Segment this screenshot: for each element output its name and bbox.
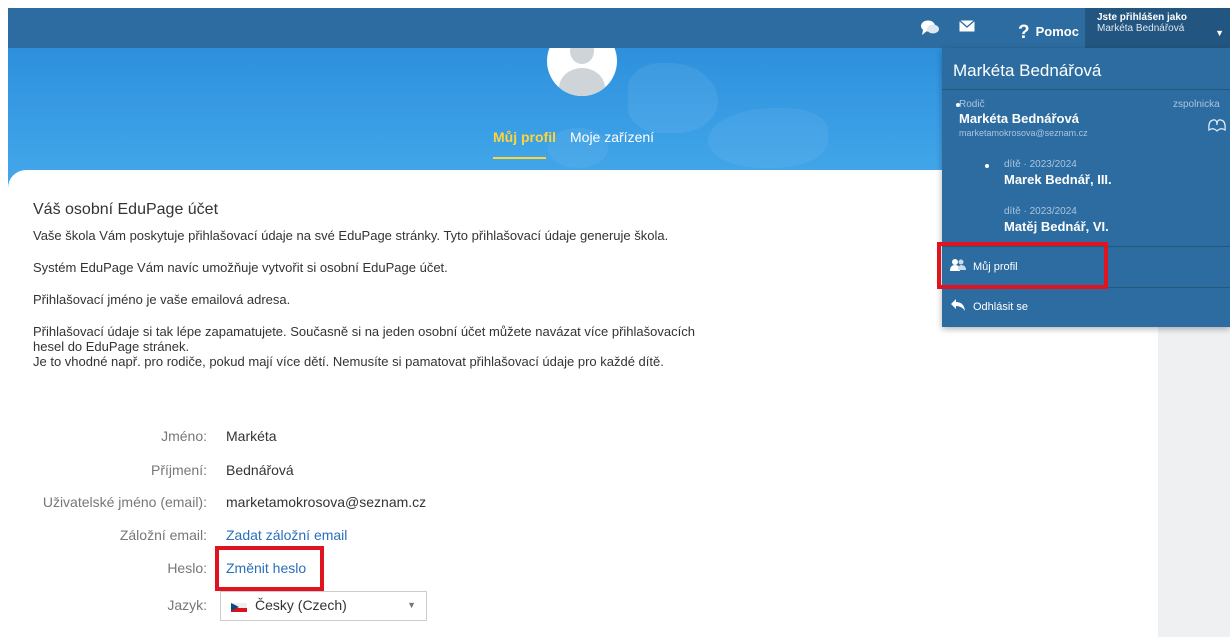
highlight-box <box>215 546 324 591</box>
top-bar: ? Pomoc Jste přihlášen jako Markéta Bedná… <box>8 8 1230 48</box>
user-menu-toggle[interactable]: Jste přihlášen jako Markéta Bednářová ▼ <box>1085 8 1230 48</box>
divider <box>942 89 1230 90</box>
language-label: Jazyk: <box>167 597 207 613</box>
form-row-password: Heslo: Změnit heslo <box>0 560 700 580</box>
mail-icon[interactable] <box>959 19 975 37</box>
last-name-value: Bednářová <box>226 462 294 478</box>
school-name: zspolnicka <box>1173 99 1220 110</box>
help-button[interactable]: ? Pomoc <box>1018 20 1079 43</box>
child-name: Marek Bednář, III. <box>1004 172 1112 187</box>
intro-paragraph: Přihlašovací jméno je vaše emailová adre… <box>33 292 291 307</box>
language-select[interactable]: Česky (Czech) ▼ <box>220 591 427 621</box>
logout-arrow-icon <box>950 298 966 315</box>
child-meta: dítě · 2023/2024 <box>1004 159 1077 170</box>
first-name-label: Jméno: <box>161 428 207 444</box>
intro-paragraph: Je to vhodné např. pro rodiče, pokud maj… <box>33 354 664 369</box>
tab-my-profile[interactable]: Můj profil <box>493 129 556 145</box>
last-name-label: Příjmení: <box>150 462 207 478</box>
logged-in-user-name: Markéta Bednářová <box>1097 23 1185 34</box>
tab-my-devices[interactable]: Moje zařízení <box>570 129 654 145</box>
page-title: Váš osobní EduPage účet <box>33 201 219 218</box>
child-name: Matěj Bednář, VI. <box>1004 219 1109 234</box>
avatar <box>547 48 617 96</box>
password-label: Heslo: <box>167 560 207 576</box>
language-selected-value: Česky (Czech) <box>255 597 347 613</box>
world-map-decoration <box>628 63 718 133</box>
world-map-decoration <box>708 108 828 168</box>
school-logo-icon <box>1207 118 1227 139</box>
help-label: Pomoc <box>1035 24 1079 39</box>
active-tab-indicator <box>493 157 546 159</box>
intro-paragraph: Přihlašovací údaje si tak lépe zapamatuj… <box>33 324 695 354</box>
logged-in-as-label: Jste přihlášen jako <box>1097 12 1188 23</box>
account-email: marketamokrosova@seznam.cz <box>959 128 1088 138</box>
bullet-icon <box>985 164 989 168</box>
first-name-value: Markéta <box>226 428 277 444</box>
form-row-last-name: Příjmení: Bednářová <box>0 462 700 482</box>
highlight-box <box>937 242 1108 289</box>
account-role: Rodič <box>959 99 985 110</box>
caret-down-icon: ▼ <box>1215 28 1224 38</box>
account-name: Markéta Bednářová <box>959 111 1079 126</box>
panel-user-name: Markéta Bednářová <box>953 61 1102 80</box>
menu-item-logout[interactable]: Odhlásit se <box>942 287 1230 327</box>
czech-flag-icon <box>231 603 247 612</box>
backup-email-label: Záložní email: <box>119 527 207 543</box>
add-backup-email-link[interactable]: Zadat záložní email <box>226 527 347 543</box>
child-meta: dítě · 2023/2024 <box>1004 206 1077 217</box>
form-row-username: Uživatelské jméno (email): marketamokros… <box>0 494 700 514</box>
chevron-down-icon: ▼ <box>407 600 416 610</box>
username-value: marketamokrosova@seznam.cz <box>226 494 427 510</box>
account-info-section: Váš osobní EduPage účet Vaše škola Vám p… <box>33 200 713 386</box>
form-row-backup-email: Záložní email: Zadat záložní email <box>0 527 700 547</box>
chat-icon[interactable] <box>920 19 940 41</box>
intro-paragraph: Systém EduPage Vám navíc umožňuje vytvoř… <box>33 260 448 275</box>
username-label: Uživatelské jméno (email): <box>42 494 207 510</box>
intro-paragraph: Vaše škola Vám poskytuje přihlašovací úd… <box>33 228 669 243</box>
menu-item-label: Odhlásit se <box>973 301 1029 313</box>
help-icon: ? <box>1018 22 1030 43</box>
form-row-first-name: Jméno: Markéta <box>0 428 700 448</box>
